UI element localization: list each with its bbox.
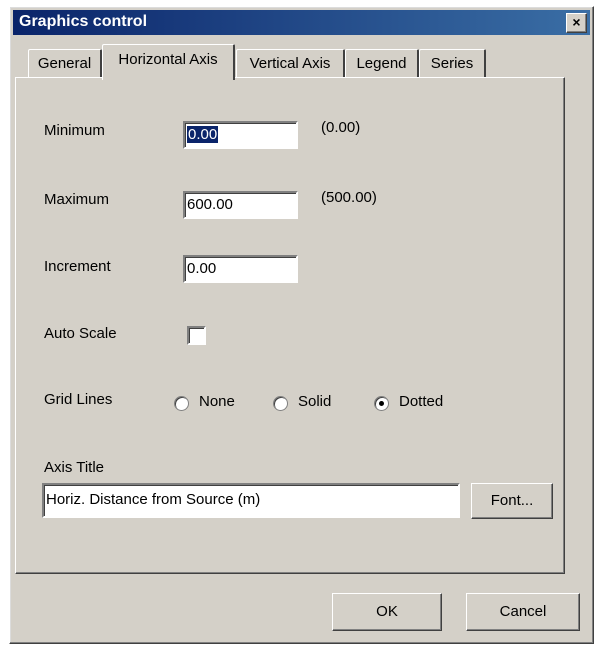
minimum-value: 0.00 [187,126,219,143]
ok-button[interactable]: OK [332,593,442,631]
grid-dotted-label[interactable]: Dotted [399,393,443,410]
increment-label: Increment [44,258,111,275]
tab-legend[interactable]: Legend [345,49,419,78]
minimum-input[interactable]: 0.00 [183,121,298,149]
close-button[interactable]: × [566,13,587,33]
maximum-label: Maximum [44,191,110,208]
window-title: Graphics control [19,13,148,30]
tab-horizontal-axis[interactable]: Horizontal Axis [102,44,235,80]
grid-solid-radio[interactable] [273,396,288,411]
font-button[interactable]: Font... [471,483,553,519]
tab-vertical-axis[interactable]: Vertical Axis [236,49,345,78]
cancel-button[interactable]: Cancel [466,593,580,631]
minimum-hint: (0.00) [321,119,361,136]
increment-value: 0.00 [187,260,217,277]
maximum-value: 600.00 [187,196,233,213]
grid-none-radio[interactable] [174,396,189,411]
axis-title-input[interactable]: Horiz. Distance from Source (m) [42,483,460,518]
grid-none-label[interactable]: None [199,393,235,410]
radio-selected-dot-icon [379,401,384,406]
grid-dotted-radio[interactable] [374,396,389,411]
maximum-input[interactable]: 600.00 [183,191,298,219]
grid-solid-label[interactable]: Solid [298,393,331,410]
grid-lines-label: Grid Lines [44,391,113,408]
tab-series[interactable]: Series [419,49,486,78]
axis-title-label: Axis Title [44,459,105,476]
close-icon: × [572,14,581,30]
auto-scale-label: Auto Scale [44,325,117,342]
title-bar[interactable]: Graphics control × [13,10,590,35]
tab-general[interactable]: General [28,49,102,78]
minimum-label: Minimum [44,122,105,139]
auto-scale-checkbox[interactable] [187,326,206,345]
axis-title-value: Horiz. Distance from Source (m) [46,491,261,508]
maximum-hint: (500.00) [321,189,377,206]
increment-input[interactable]: 0.00 [183,255,298,283]
